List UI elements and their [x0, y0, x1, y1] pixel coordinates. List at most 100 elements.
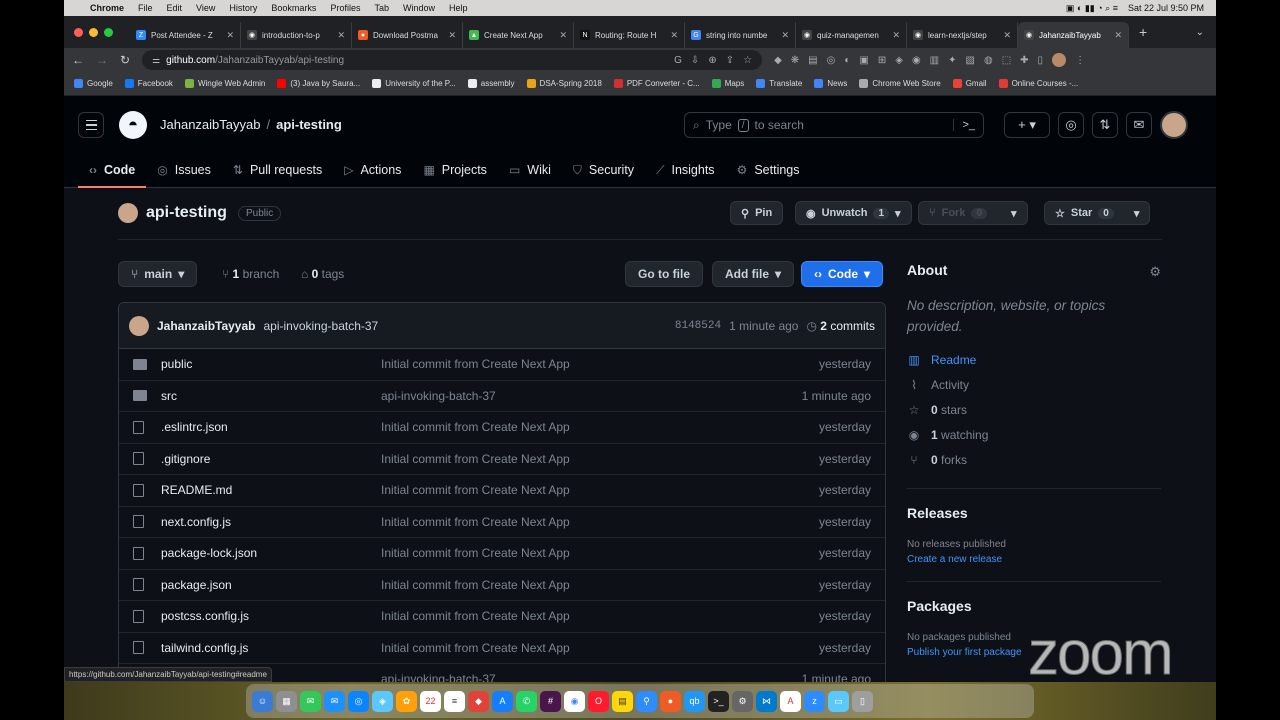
tab-actions[interactable]: ▷ Actions	[333, 154, 412, 186]
file-name[interactable]: package.json	[161, 578, 381, 592]
extensions-puzzle-icon[interactable]: ✚	[1020, 55, 1028, 66]
file-name[interactable]: src	[161, 389, 381, 403]
file-name[interactable]: public	[161, 357, 381, 371]
extension-icon[interactable]: ▥	[930, 55, 939, 66]
file-name[interactable]: .gitignore	[161, 452, 381, 466]
extension-icon[interactable]: ⬚	[1002, 55, 1011, 66]
browser-tab[interactable]: N Routing: Route H ✕	[574, 22, 685, 48]
watching-link[interactable]: ◉ 1 watching	[907, 422, 1161, 447]
chrome-icon[interactable]: ◉	[564, 690, 585, 712]
menu-help[interactable]: Help	[449, 3, 468, 13]
extension-icon[interactable]: ◆	[774, 55, 782, 66]
table-row[interactable]: .gitignore Initial commit from Create Nex…	[119, 444, 885, 475]
menu-chrome[interactable]: Chrome	[90, 3, 124, 13]
bookmark-item[interactable]: Online Courses -...	[998, 79, 1078, 88]
commit-author[interactable]: JahanzaibTayyab	[157, 319, 255, 333]
extension-icon[interactable]: ▧	[966, 55, 975, 66]
zoom-icon[interactable]: ⊕	[708, 55, 716, 66]
bookmark-item[interactable]: University of the P...	[372, 79, 456, 88]
stars-link[interactable]: ☆ 0 stars	[907, 397, 1161, 422]
search-input[interactable]: ⌕ Type / to search >_	[684, 112, 984, 138]
extension-icon[interactable]: ◍	[984, 55, 993, 66]
postman-icon[interactable]: ●	[660, 690, 681, 712]
share-icon[interactable]: ⇪	[726, 55, 734, 66]
activity-link[interactable]: ⌇ Activity	[907, 372, 1161, 397]
tab-close-icon[interactable]: ✕	[670, 30, 678, 41]
extension-icon[interactable]: ◉	[912, 55, 921, 66]
bookmark-item[interactable]: (3) Java by Saura...	[277, 79, 360, 88]
unwatch-button[interactable]: ◉ Unwatch 1 ▾	[795, 201, 912, 225]
zoom-window-button[interactable]	[104, 27, 113, 37]
forward-icon[interactable]: →	[96, 53, 108, 67]
issues-icon[interactable]: ◎	[1058, 112, 1084, 138]
table-row[interactable]: README.md Initial commit from Create Next…	[119, 475, 885, 507]
extension-icon[interactable]: ◈	[895, 55, 903, 66]
menu-tab[interactable]: Tab	[374, 3, 389, 13]
side-panel-icon[interactable]: ▯	[1038, 55, 1044, 66]
tab-pull-requests[interactable]: ⇅ Pull requests	[222, 154, 333, 186]
bookmark-item[interactable]: PDF Converter - C...	[613, 79, 700, 88]
file-commit-message[interactable]: Initial commit from Create Next App	[381, 578, 751, 592]
back-icon[interactable]: ←	[72, 53, 84, 67]
bookmark-item[interactable]: Translate	[756, 79, 802, 88]
repo-link[interactable]: api-testing	[276, 117, 342, 132]
bookmark-item[interactable]: News	[814, 79, 847, 88]
star-button[interactable]: ☆ Star 0 ▾	[1044, 201, 1151, 225]
tab-close-icon[interactable]: ✕	[448, 30, 456, 41]
file-commit-message[interactable]: Initial commit from Create Next App	[381, 515, 751, 529]
system-settings-icon[interactable]: ⚙	[732, 690, 753, 712]
browser-tab[interactable]: ▲ Create Next App ✕	[463, 22, 574, 48]
app-store-icon[interactable]: A	[492, 690, 513, 712]
table-row[interactable]: src api-invoking-batch-37 1 minute ago	[119, 381, 885, 412]
tab-close-icon[interactable]: ✕	[892, 30, 900, 41]
reload-icon[interactable]: ↻	[120, 53, 130, 67]
file-commit-message[interactable]: Initial commit from Create Next App	[381, 483, 751, 497]
tags-link[interactable]: ⌂ 0 tags	[301, 267, 344, 281]
file-name[interactable]: README.md	[161, 483, 381, 497]
tab-close-icon[interactable]: ✕	[781, 30, 789, 41]
tab-wiki[interactable]: ▭ Wiki	[498, 154, 562, 186]
tab-code[interactable]: ‹› Code	[78, 154, 147, 188]
location-icon[interactable]: ⚲	[636, 690, 657, 712]
file-commit-message[interactable]: Initial commit from Create Next App	[381, 546, 751, 560]
branch-select-button[interactable]: ⑂ main ▾	[118, 261, 198, 287]
table-row[interactable]: next.config.js Initial commit from Create…	[119, 507, 885, 538]
install-icon[interactable]: ⇩	[691, 55, 699, 66]
releases-heading[interactable]: Releases	[907, 505, 1161, 521]
zoom-app-icon[interactable]: z	[804, 690, 825, 712]
acrobat-icon[interactable]: A	[780, 690, 801, 712]
mail-icon[interactable]: ✉	[324, 690, 345, 712]
owner-avatar[interactable]	[118, 203, 138, 223]
file-name[interactable]: tailwind.config.js	[161, 641, 381, 655]
bookmark-item[interactable]: Maps	[711, 79, 744, 88]
tab-issues[interactable]: ◎ Issues	[146, 154, 222, 186]
site-info-icon[interactable]: ⚌	[152, 55, 160, 66]
safari-icon[interactable]: ◎	[348, 690, 369, 712]
bookmark-item[interactable]: Gmail	[952, 79, 987, 88]
browser-tab[interactable]: ● Download Postma ✕	[352, 22, 463, 48]
bookmark-item[interactable]: Wingle Web Admin	[184, 79, 265, 88]
menu-view[interactable]: View	[196, 3, 215, 13]
terminal-icon[interactable]: >_	[708, 690, 729, 712]
repo-name[interactable]: api-testing	[146, 204, 227, 222]
commit-sha[interactable]: 8148524	[675, 320, 721, 332]
menubar-clock[interactable]: Sat 22 Jul 9:50 PM	[1128, 3, 1204, 13]
browser-tab[interactable]: ◉ quiz-managemen ✕	[796, 22, 907, 48]
browser-tab[interactable]: ◉ introduction-to-p ✕	[241, 22, 352, 48]
git-client-icon[interactable]: ◆	[468, 690, 489, 712]
launchpad-icon[interactable]: ▦	[276, 690, 297, 712]
maps-icon[interactable]: ◈	[372, 690, 393, 712]
packages-heading[interactable]: Packages	[907, 598, 1161, 614]
messages-icon[interactable]: ✉	[300, 690, 321, 712]
user-avatar[interactable]	[1160, 111, 1188, 139]
file-commit-message[interactable]: Initial commit from Create Next App	[381, 609, 751, 623]
menu-profiles[interactable]: Profiles	[330, 3, 360, 13]
tab-close-icon[interactable]: ✕	[559, 30, 567, 41]
menu-file[interactable]: File	[138, 3, 153, 13]
table-row[interactable]: .eslintrc.json Initial commit from Create…	[119, 412, 885, 444]
google-lens-icon[interactable]: G	[674, 55, 682, 66]
forks-link[interactable]: ⑂ 0 forks	[907, 447, 1161, 472]
table-row[interactable]: package-lock.json Initial commit from Cre…	[119, 538, 885, 570]
create-release-link[interactable]: Create a new release	[907, 554, 1161, 565]
bookmark-item[interactable]: Google	[74, 79, 113, 88]
